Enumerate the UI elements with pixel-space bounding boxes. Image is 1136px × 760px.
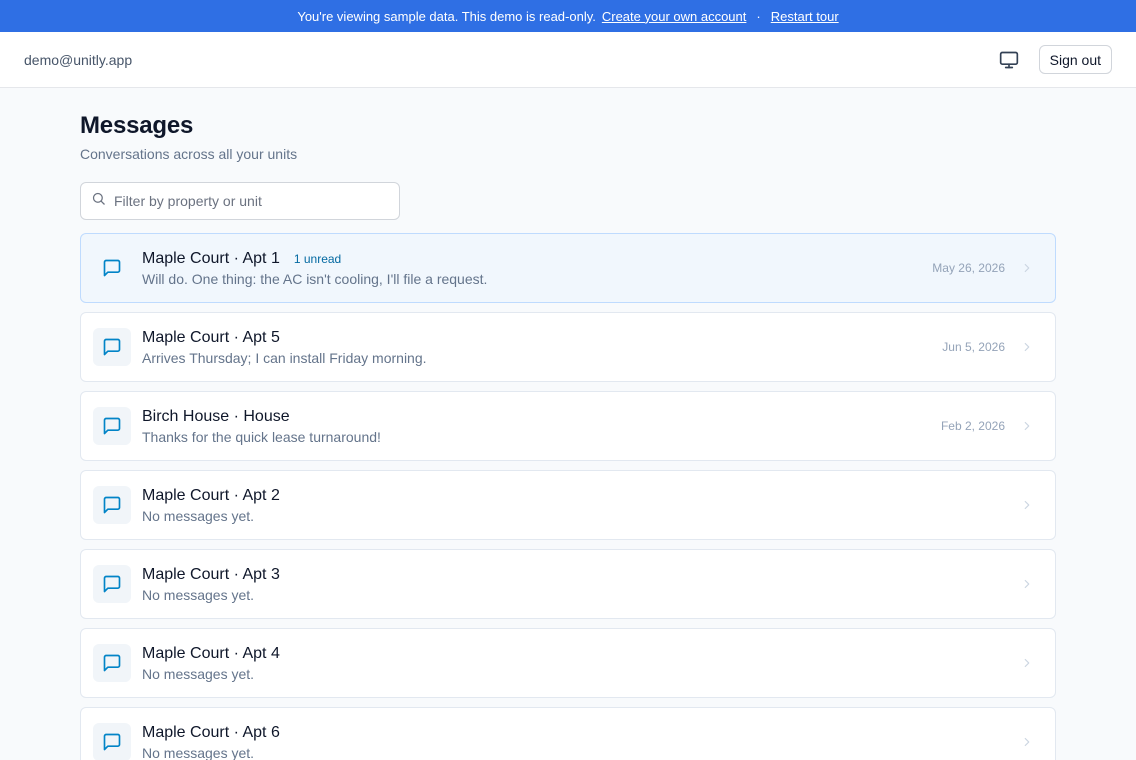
message-icon (93, 723, 131, 760)
message-icon (93, 644, 131, 682)
monitor-icon[interactable] (997, 48, 1021, 72)
conversation-text: Maple Court · Apt 5 Arrives Thursday; I … (142, 329, 942, 366)
chevron-right-icon (1019, 497, 1035, 513)
conversation-text: Birch House · House Thanks for the quick… (142, 408, 941, 445)
conversation-header: Maple Court · Apt 2 (142, 487, 1005, 505)
conversation-list: Maple Court · Apt 1 1 unread Will do. On… (80, 233, 1056, 760)
chevron-right-icon (1019, 260, 1035, 276)
conversation-header: Maple Court · Apt 1 1 unread (142, 250, 932, 268)
conversation-text: Maple Court · Apt 3 No messages yet. (142, 566, 1005, 603)
search-box[interactable] (80, 182, 400, 220)
conversation-preview: No messages yet. (142, 507, 255, 524)
conversation-preview: Arrives Thursday; I can install Friday m… (142, 349, 427, 366)
conversation-date: May 26, 2026 (932, 261, 1005, 275)
conversation-name: Maple Court · Apt 5 (142, 328, 280, 346)
conversation-preview: No messages yet. (142, 586, 255, 603)
conversation-preview: No messages yet. (142, 665, 255, 682)
conversation-header: Birch House · House (142, 408, 941, 426)
conversation-row[interactable]: Birch House · House Thanks for the quick… (80, 391, 1056, 461)
conversation-name: Birch House · House (142, 407, 290, 425)
search-icon (91, 191, 106, 211)
conversation-name: Maple Court · Apt 4 (142, 644, 280, 662)
chevron-right-icon (1019, 418, 1035, 434)
message-icon (93, 249, 131, 287)
conversation-row[interactable]: Maple Court · Apt 1 1 unread Will do. On… (80, 233, 1056, 303)
conversation-row[interactable]: Maple Court · Apt 3 No messages yet. (80, 549, 1056, 619)
conversation-row[interactable]: Maple Court · Apt 4 No messages yet. (80, 628, 1056, 698)
demo-banner: You're viewing sample data. This demo is… (0, 0, 1136, 32)
create-account-link[interactable]: Create your own account (602, 9, 747, 24)
page-title: Messages (80, 112, 194, 139)
conversation-preview: Thanks for the quick lease turnaround! (142, 428, 381, 445)
conversation-name: Maple Court · Apt 1 (142, 249, 280, 267)
main-content: Messages Conversations across all your u… (0, 88, 1136, 760)
sign-out-button[interactable]: Sign out (1038, 45, 1112, 74)
conversation-header: Maple Court · Apt 6 (142, 724, 1005, 742)
chevron-right-icon (1019, 734, 1035, 750)
user-email: demo@unitly.app (24, 51, 133, 68)
conversation-row[interactable]: Maple Court · Apt 6 No messages yet. (80, 707, 1056, 760)
unread-badge: 1 unread (293, 251, 342, 266)
chevron-right-icon (1019, 655, 1035, 671)
conversation-row[interactable]: Maple Court · Apt 5 Arrives Thursday; I … (80, 312, 1056, 382)
message-icon (93, 328, 131, 366)
banner-text: You're viewing sample data. This demo is… (297, 8, 596, 24)
restart-tour-link[interactable]: Restart tour (771, 9, 839, 24)
conversation-name: Maple Court · Apt 3 (142, 565, 280, 583)
message-icon (93, 407, 131, 445)
search-input[interactable] (114, 193, 389, 209)
chevron-right-icon (1019, 339, 1035, 355)
message-icon (93, 486, 131, 524)
conversation-name: Maple Court · Apt 6 (142, 723, 280, 741)
conversation-text: Maple Court · Apt 6 No messages yet. (142, 724, 1005, 760)
conversation-name: Maple Court · Apt 2 (142, 486, 280, 504)
conversation-header: Maple Court · Apt 5 (142, 329, 942, 347)
message-icon (93, 565, 131, 603)
conversation-header: Maple Court · Apt 3 (142, 566, 1005, 584)
conversation-text: Maple Court · Apt 1 1 unread Will do. On… (142, 250, 932, 287)
conversation-row[interactable]: Maple Court · Apt 2 No messages yet. (80, 470, 1056, 540)
conversation-date: Feb 2, 2026 (940, 419, 1005, 433)
conversation-text: Maple Court · Apt 4 No messages yet. (142, 645, 1005, 682)
top-bar-actions: Sign out (997, 45, 1112, 74)
conversation-date: Jun 5, 2026 (942, 340, 1005, 354)
banner-separator: · (756, 8, 761, 24)
chevron-right-icon (1019, 576, 1035, 592)
conversation-preview: Will do. One thing: the AC isn't cooling… (142, 270, 488, 287)
conversation-preview: No messages yet. (142, 744, 255, 760)
page-subtitle: Conversations across all your units (80, 146, 298, 162)
top-bar: demo@unitly.app Sign out (0, 32, 1136, 88)
conversation-header: Maple Court · Apt 4 (142, 645, 1005, 663)
conversation-text: Maple Court · Apt 2 No messages yet. (142, 487, 1005, 524)
